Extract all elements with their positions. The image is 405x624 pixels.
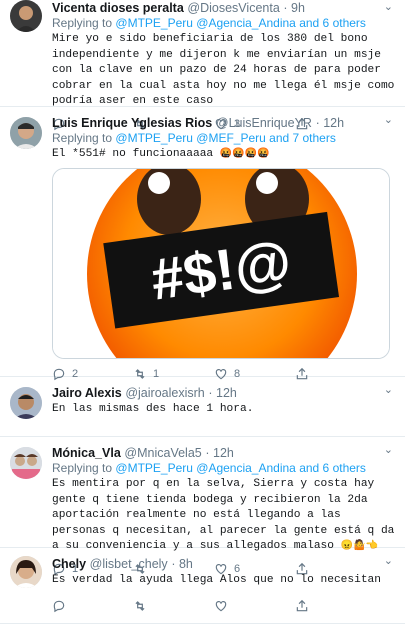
tweet-time[interactable]: · 9h <box>283 1 305 15</box>
replying-prefix: Replying to <box>52 461 113 475</box>
tweet-text: Es verdad la ayuda llega Alos que no lo … <box>52 574 381 586</box>
share-button[interactable] <box>295 599 376 613</box>
tweet-text: En las mismas des hace 1 hora. <box>52 403 254 415</box>
share-icon <box>296 599 308 611</box>
like-icon <box>215 600 227 611</box>
cursing-face-emoji: 🤬🤬🤬🤬 <box>219 149 270 160</box>
reply-others[interactable]: and 7 others <box>269 131 336 145</box>
author-handle[interactable]: @DiosesVicenta <box>187 1 279 15</box>
tweet-time[interactable]: · 12h <box>316 116 345 130</box>
like-button[interactable] <box>214 599 295 613</box>
tweet-header: Mónica_Vla @MnicaVela5 · 12h <box>52 445 395 461</box>
avatar[interactable] <box>10 556 42 588</box>
tweet-time[interactable]: · 12h <box>208 386 237 400</box>
tweet-header: Luis Enrique Yglesias Rios @LuisEnriqueY… <box>52 115 395 131</box>
author-handle[interactable]: @jairoalexisrh <box>125 386 204 400</box>
replying-to: Replying to @MTPE_Peru @MEF_Peru and 7 o… <box>52 131 395 146</box>
reply-others[interactable]: and 6 others <box>299 461 366 475</box>
author-handle[interactable]: @MnicaVela5 <box>124 446 201 460</box>
author-name[interactable]: Jairo Alexis <box>52 386 122 400</box>
tweet-text: El *551# no funcionaaaaa 🤬🤬🤬🤬 <box>52 147 395 163</box>
author-handle[interactable]: @lisbet_chely <box>90 557 168 571</box>
tweet-text: Mire yo e sido beneficiaria de los 380 d… <box>52 33 395 107</box>
tweet-text-body: El *551# no funcionaaaaa <box>52 148 214 160</box>
tweet-header: Jairo Alexis @jairoalexisrh · 12h <box>52 385 395 401</box>
caret-down-icon[interactable]: ⌄ <box>384 383 393 396</box>
author-name[interactable]: Chely <box>52 557 86 571</box>
reply-mentions[interactable]: @MTPE_Peru @MEF_Peru <box>115 131 265 145</box>
replying-prefix: Replying to <box>52 131 113 145</box>
caret-down-icon[interactable]: ⌄ <box>384 0 393 13</box>
avatar[interactable] <box>10 387 42 419</box>
avatar[interactable] <box>10 0 42 32</box>
avatar[interactable] <box>10 117 42 149</box>
author-handle[interactable]: @LuisEnriqueYR <box>216 116 312 130</box>
reply-others[interactable]: and 6 others <box>299 16 366 30</box>
tweet-actions <box>52 595 395 617</box>
reply-mentions[interactable]: @MTPE_Peru @Agencia_Andina <box>115 16 295 30</box>
caret-down-icon[interactable]: ⌄ <box>384 443 393 456</box>
author-name[interactable]: Mónica_Vla <box>52 446 121 460</box>
retweet-button[interactable] <box>133 599 214 613</box>
tweet[interactable]: Chely @lisbet_chely · 8h ⌄ Es verdad la … <box>0 548 405 624</box>
reply-mentions[interactable]: @MTPE_Peru @Agencia_Andina <box>115 461 295 475</box>
tweet-header: Vicenta dioses peralta @DiosesVicenta · … <box>52 0 395 16</box>
reply-button[interactable] <box>52 599 133 613</box>
tweet-text: Es mentira por q en la selva, Sierra y c… <box>52 477 395 555</box>
tweet[interactable]: Mónica_Vla @MnicaVela5 · 12h ⌄ Replying … <box>0 437 405 575</box>
cursing-emoji-image: #$!@ <box>53 168 389 358</box>
author-name[interactable]: Vicenta dioses peralta <box>52 1 184 15</box>
timeline: Vicenta dioses peralta @DiosesVicenta · … <box>0 0 405 624</box>
retweet-icon <box>135 600 145 611</box>
author-name[interactable]: Luis Enrique Yglesias Rios <box>52 116 212 130</box>
tweet[interactable]: Vicenta dioses peralta @DiosesVicenta · … <box>0 0 405 130</box>
caret-down-icon[interactable]: ⌄ <box>384 554 393 567</box>
replying-prefix: Replying to <box>52 16 113 30</box>
caret-down-icon[interactable]: ⌄ <box>384 113 393 126</box>
tweet-header: Chely @lisbet_chely · 8h <box>52 556 395 572</box>
tweet-time[interactable]: · 12h <box>205 446 234 460</box>
reply-icon <box>53 600 65 612</box>
tweet[interactable]: Luis Enrique Yglesias Rios @LuisEnriqueY… <box>0 107 405 380</box>
tweet[interactable]: Jairo Alexis @jairoalexisrh · 12h ⌄ En l… <box>0 377 405 437</box>
tweet-media[interactable]: #$!@ <box>52 167 390 359</box>
tweet-time[interactable]: · 8h <box>171 557 193 571</box>
avatar[interactable] <box>10 447 42 479</box>
replying-to: Replying to @MTPE_Peru @Agencia_Andina a… <box>52 461 395 476</box>
replying-to: Replying to @MTPE_Peru @Agencia_Andina a… <box>52 16 395 31</box>
